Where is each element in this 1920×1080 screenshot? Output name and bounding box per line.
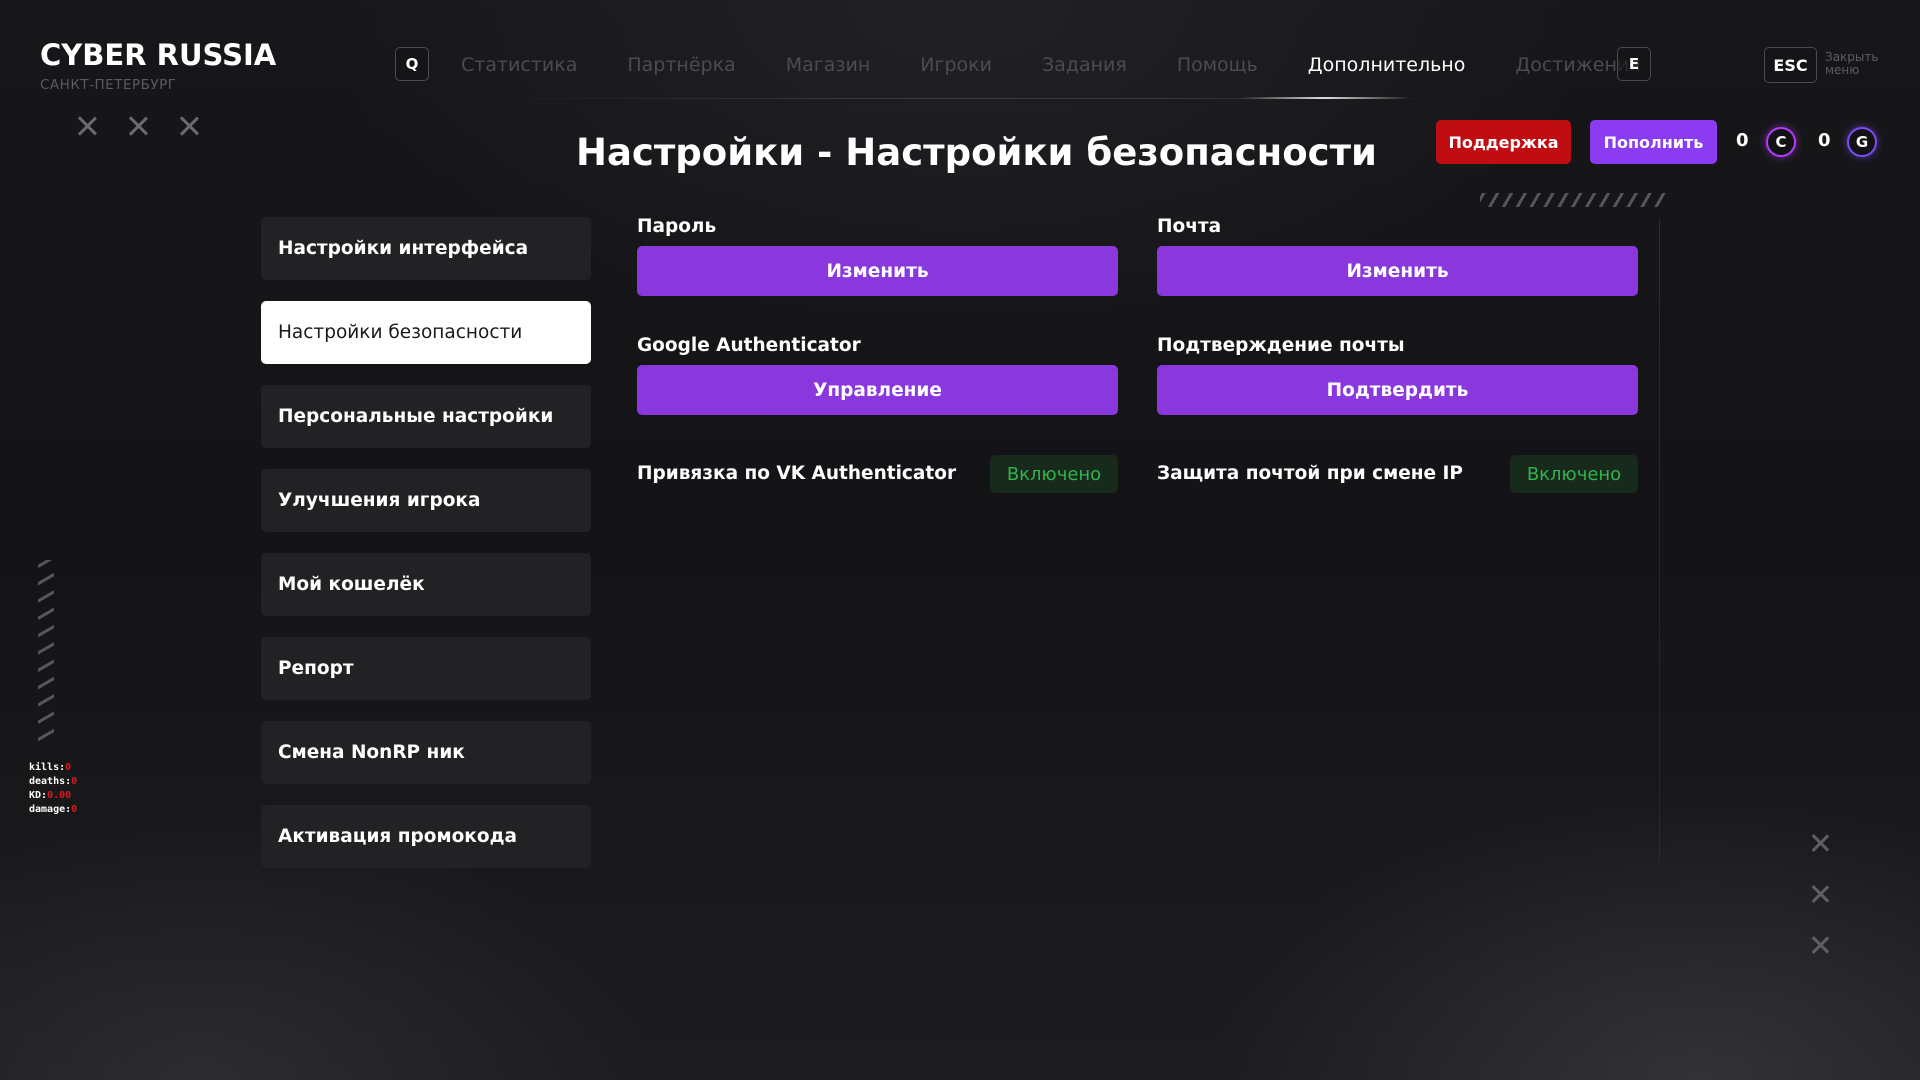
password-label: Пароль (637, 216, 717, 237)
change-email-button[interactable]: Изменить (1157, 246, 1638, 296)
deaths-value: 0 (71, 776, 78, 787)
deaths-label: deaths: (29, 776, 72, 787)
decor-cross-icon (1810, 935, 1830, 955)
kd-label: KD: (29, 790, 48, 801)
sidebar-item-security[interactable]: Настройки безопасности (261, 301, 591, 364)
decor-hatch-vertical (38, 560, 54, 746)
ip-protection-status-badge[interactable]: Включено (1510, 455, 1638, 493)
currency-g-value: 0 (1818, 130, 1831, 151)
page-title: Настройки - Настройки безопасности (576, 131, 1377, 174)
manage-google-auth-button[interactable]: Управление (637, 365, 1118, 415)
kills-value: 0 (65, 762, 72, 773)
currency-c-value: 0 (1736, 130, 1749, 151)
coin-c-icon: C (1766, 127, 1796, 157)
change-password-button[interactable]: Изменить (637, 246, 1118, 296)
decor-cross-icon (1810, 884, 1830, 904)
settings-sidebar: Настройки интерфейса Настройки безопасно… (261, 217, 591, 889)
logo-subtitle: САНКТ-ПЕТЕРБУРГ (40, 77, 177, 93)
sidebar-item-wallet[interactable]: Мой кошелёк (261, 553, 591, 616)
logo-title: CYBER RUSSIA (40, 38, 277, 72)
nav-tab-shop[interactable]: Магазин (786, 54, 871, 76)
close-menu-label[interactable]: Закрыть меню (1825, 51, 1895, 77)
vk-auth-label: Привязка по VK Authenticator (637, 463, 957, 484)
nav-tab-players[interactable]: Игроки (920, 54, 992, 76)
sidebar-item-promocode[interactable]: Активация промокода (261, 805, 591, 868)
kd-value: 0.00 (47, 790, 72, 801)
sidebar-item-upgrades[interactable]: Улучшения игрока (261, 469, 591, 532)
decor-cross-icon (127, 115, 149, 137)
decor-hatch (1480, 193, 1668, 207)
player-stats-overlay: kills:0 deaths:0 KD:0.00 damage:0 (29, 761, 77, 817)
top-nav: Статистика Партнёрка Магазин Игроки Зада… (461, 50, 1641, 80)
damage-label: damage: (29, 804, 72, 815)
email-confirm-label: Подтверждение почты (1157, 335, 1405, 356)
sidebar-item-nonrp-nick[interactable]: Смена NonRP ник (261, 721, 591, 784)
kills-label: kills: (29, 762, 66, 773)
confirm-email-button[interactable]: Подтвердить (1157, 365, 1638, 415)
coin-g-icon: G (1847, 127, 1877, 157)
support-button[interactable]: Поддержка (1436, 120, 1571, 164)
google-auth-label: Google Authenticator (637, 335, 861, 356)
nav-tab-help[interactable]: Помощь (1177, 54, 1258, 76)
nav-tab-stats[interactable]: Статистика (461, 54, 577, 76)
nav-tab-additional[interactable]: Дополнительно (1308, 54, 1466, 76)
content-divider (1659, 220, 1660, 865)
email-label: Почта (1157, 216, 1222, 237)
nav-tab-tasks[interactable]: Задания (1042, 54, 1127, 76)
decor-cross-icon (1810, 833, 1830, 853)
nav-next-key[interactable]: E (1617, 47, 1651, 81)
damage-value: 0 (71, 804, 78, 815)
topup-button[interactable]: Пополнить (1590, 120, 1717, 164)
nav-prev-key[interactable]: Q (395, 47, 429, 81)
sidebar-item-report[interactable]: Репорт (261, 637, 591, 700)
nav-tab-partner[interactable]: Партнёрка (627, 54, 735, 76)
vk-auth-status-badge[interactable]: Включено (990, 455, 1118, 493)
decor-cross-icon (178, 115, 200, 137)
ip-protection-label: Защита почтой при смене IP (1157, 463, 1463, 484)
sidebar-item-interface[interactable]: Настройки интерфейса (261, 217, 591, 280)
sidebar-item-personal[interactable]: Персональные настройки (261, 385, 591, 448)
decor-cross-icon (76, 115, 98, 137)
esc-key[interactable]: ESC (1764, 47, 1817, 83)
nav-active-indicator (1240, 97, 1410, 99)
